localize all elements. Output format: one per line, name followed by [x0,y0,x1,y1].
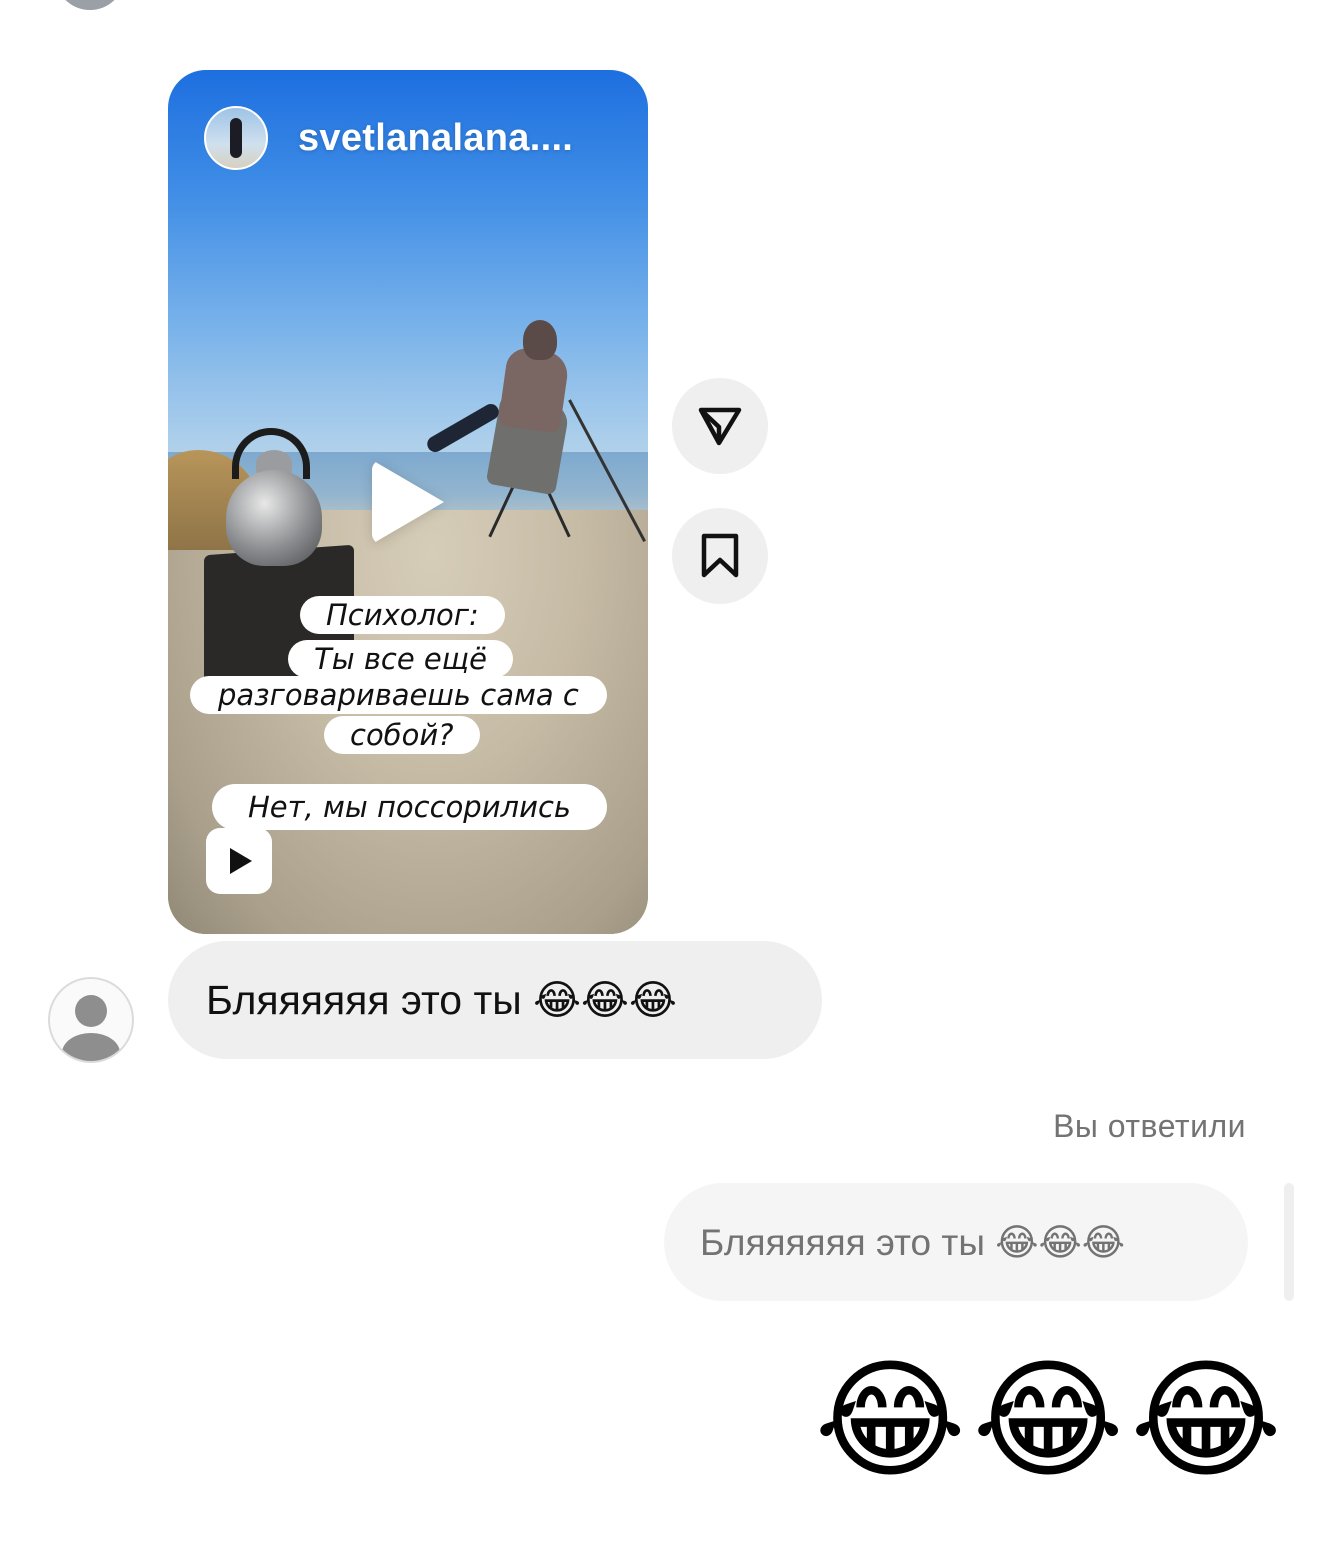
play-icon[interactable] [372,460,444,544]
incoming-message-text: Бляяяяяя это ты 😂😂😂 [206,977,677,1023]
sender-avatar[interactable] [48,977,134,1063]
bookmark-icon [701,533,739,578]
incoming-message-bubble[interactable]: Бляяяяяя это ты 😂😂😂 [168,941,822,1059]
reel-author-username[interactable]: svetlanalana.... [298,117,573,160]
reel-caption-line: собой? [324,716,480,754]
shared-reel-card[interactable]: svetlanalana.... Психолог: Ты все ещё ра… [168,70,648,934]
reel-person-in-chair [424,320,573,538]
reel-header[interactable]: svetlanalana.... [204,106,573,170]
quote-bar [1284,1183,1294,1301]
previous-avatar [55,0,125,10]
reel-caption-line: Психолог: [300,596,505,634]
reel-kettle [226,470,322,566]
reel-caption-answer: Нет, мы поссорились [212,784,607,830]
reel-caption-line: Ты все ещё [288,640,513,678]
quoted-message-text: Бляяяяяя это ты 😂😂😂 [700,1221,1125,1263]
send-icon [698,407,742,446]
reels-icon [206,828,272,894]
reel-author-avatar[interactable] [204,106,268,170]
replied-label: Вы ответили [1053,1108,1246,1144]
save-button[interactable] [672,508,768,604]
reel-caption-line: разговариваешь сама с [190,676,607,714]
emoji-message[interactable]: 😂😂😂 [814,1340,1288,1500]
quoted-message-bubble[interactable]: Бляяяяяя это ты 😂😂😂 [664,1183,1248,1301]
share-button[interactable] [672,378,768,474]
